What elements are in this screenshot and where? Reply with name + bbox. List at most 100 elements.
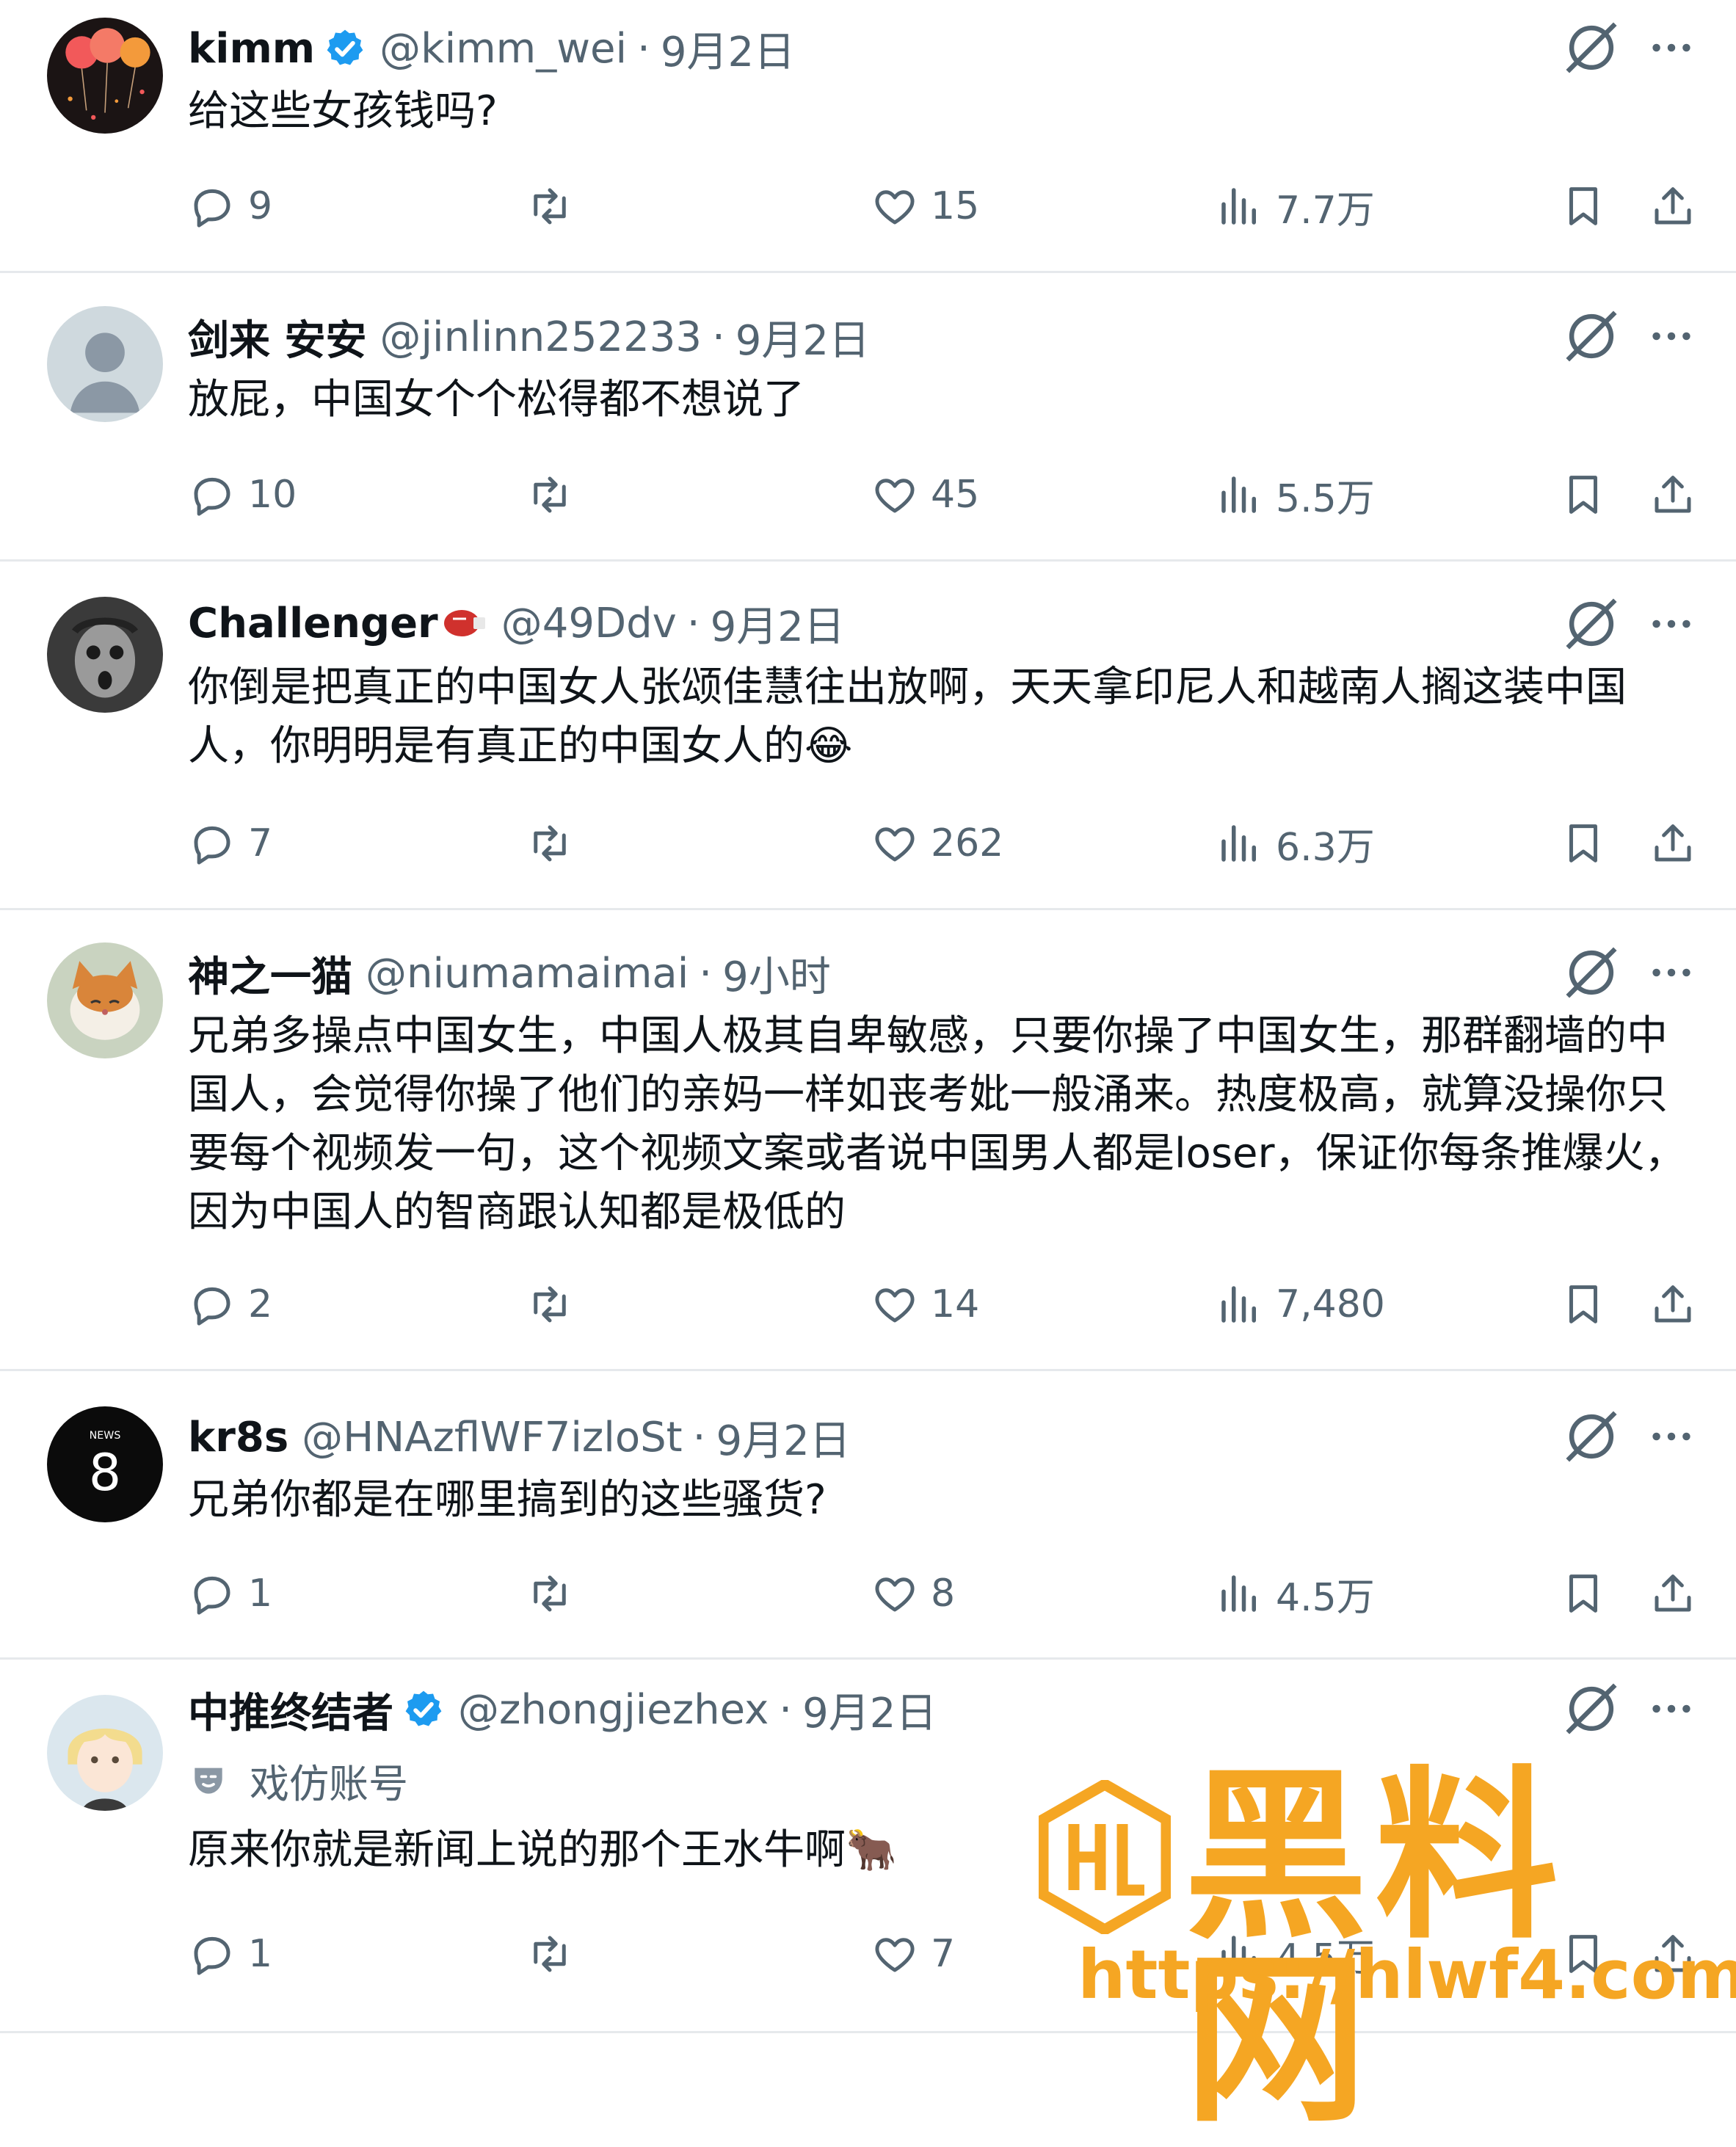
views-button[interactable]: 6.3万 <box>1216 810 1375 876</box>
avatar[interactable]: NEWS 8 <box>47 1406 163 1522</box>
like-button[interactable]: 262 <box>871 810 1003 876</box>
avatar-balloons-image <box>47 18 163 134</box>
display-name[interactable]: 神之一猫 <box>188 944 352 1003</box>
retweet-button[interactable] <box>526 462 586 528</box>
timestamp[interactable]: 9小时 <box>722 944 831 1003</box>
reply-count: 1 <box>248 1572 273 1616</box>
views-button[interactable]: 4.5万 <box>1216 1561 1375 1627</box>
display-name[interactable]: 剑来 安安 <box>188 308 367 367</box>
bookmark-button[interactable] <box>1559 1271 1608 1337</box>
display-name[interactable]: kimm <box>188 25 315 73</box>
more-icon[interactable] <box>1646 16 1697 79</box>
reply-count: 2 <box>248 1282 273 1326</box>
avatar[interactable] <box>47 597 163 713</box>
timestamp[interactable]: 9月2日 <box>716 1408 850 1467</box>
more-icon[interactable] <box>1646 1405 1697 1468</box>
user-handle[interactable]: @kimm_wei <box>379 25 627 73</box>
user-handle[interactable]: @49Ddv <box>501 600 677 647</box>
user-handle[interactable]: @zhongjiezhex <box>458 1686 769 1734</box>
grok-icon[interactable] <box>1560 1405 1623 1468</box>
views-button[interactable]: 5.5万 <box>1216 462 1375 528</box>
tweet[interactable]: 神之一猫 @niumamaimai · 9小时 兄弟多操点中国女生，中国人极其自… <box>0 910 1736 1371</box>
tweet-text: 放屁，中国女个个松得都不想说了 <box>188 371 1692 429</box>
share-icon <box>1655 476 1691 513</box>
more-icon[interactable] <box>1646 1677 1697 1740</box>
action-bar: 10 45 5.5万 <box>188 462 1736 528</box>
grok-icon[interactable] <box>1560 592 1623 655</box>
retweet-icon <box>534 1286 566 1323</box>
timestamp[interactable]: 9月2日 <box>711 594 845 653</box>
like-count: 8 <box>931 1572 956 1616</box>
user-handle[interactable]: @niumamaimai <box>366 950 689 998</box>
timestamp[interactable]: 9月2日 <box>802 1680 937 1740</box>
views-icon <box>1221 825 1256 862</box>
like-count: 14 <box>931 1282 980 1326</box>
views-icon <box>1221 188 1256 225</box>
grok-icon[interactable] <box>1560 16 1623 79</box>
avatar[interactable] <box>47 942 163 1058</box>
grok-icon[interactable] <box>1560 305 1623 368</box>
reply-button[interactable]: 7 <box>188 810 272 876</box>
tweet-text-content: 你倒是把真正的中国女人张颂佳慧往出放啊，天天拿印尼人和越南人搁这装中国人，你明明… <box>188 664 1627 770</box>
views-button[interactable]: 7,480 <box>1216 1271 1385 1337</box>
user-handle[interactable]: @jinlinn252233 <box>380 313 702 361</box>
retweet-button[interactable] <box>526 1561 586 1627</box>
share-button[interactable] <box>1649 1561 1697 1627</box>
separator-dot: · <box>686 599 700 647</box>
avatar[interactable] <box>47 1695 163 1811</box>
reply-icon <box>194 477 230 516</box>
like-button[interactable]: 45 <box>871 462 979 528</box>
reply-button[interactable]: 10 <box>188 462 297 528</box>
reply-button[interactable]: 9 <box>188 173 272 239</box>
bookmark-button[interactable] <box>1559 462 1608 528</box>
like-icon <box>875 827 915 862</box>
views-button[interactable]: 7.7万 <box>1216 173 1375 239</box>
bookmark-button[interactable] <box>1559 173 1608 239</box>
share-button[interactable] <box>1649 1271 1697 1337</box>
like-button[interactable]: 15 <box>871 173 979 239</box>
like-button[interactable]: 8 <box>871 1561 955 1627</box>
reply-button[interactable]: 1 <box>188 1561 272 1627</box>
retweet-button[interactable] <box>526 1271 586 1337</box>
avatar[interactable] <box>47 18 163 134</box>
more-icon[interactable] <box>1646 592 1697 655</box>
user-handle[interactable]: @HNAzflWF7izloSt <box>302 1414 682 1461</box>
tweet[interactable]: Challenger @49Ddv · 9月2日 你倒是把真正的中国女人张颂佳慧… <box>0 562 1736 910</box>
more-icon[interactable] <box>1646 305 1697 368</box>
display-name[interactable]: kr8s <box>188 1414 288 1461</box>
retweet-icon <box>534 476 566 513</box>
views-count: 4.5万 <box>1276 1575 1375 1620</box>
share-button[interactable] <box>1649 173 1697 239</box>
share-button[interactable] <box>1649 462 1697 528</box>
tweet[interactable]: NEWS 8 kr8s @HNAzflWF7izloSt · 9月2日 兄弟你都… <box>0 1371 1736 1660</box>
avatar[interactable] <box>47 306 163 422</box>
timestamp[interactable]: 9月2日 <box>661 19 795 79</box>
views-count: 5.5万 <box>1276 476 1375 521</box>
like-icon <box>875 190 915 225</box>
bookmark-button[interactable] <box>1559 1561 1608 1627</box>
grok-icon[interactable] <box>1560 941 1623 1004</box>
boxing-glove-icon <box>443 610 485 636</box>
tweet-text-content: 兄弟你都是在哪里搞到的这些骚货? <box>188 1476 827 1524</box>
share-button[interactable] <box>1649 810 1697 876</box>
avatar-face-image <box>47 597 163 713</box>
like-button[interactable]: 14 <box>871 1271 979 1337</box>
retweet-button[interactable] <box>526 173 586 239</box>
reply-button[interactable]: 1 <box>188 1921 272 1987</box>
tweet[interactable]: 剑来 安安 @jinlinn252233 · 9月2日 放屁，中国女个个松得都不… <box>0 273 1736 562</box>
action-bar: 9 15 7.7万 <box>188 173 1736 239</box>
reply-button[interactable]: 2 <box>188 1271 272 1337</box>
retweet-button[interactable] <box>526 1921 586 1987</box>
retweet-icon <box>534 188 566 225</box>
grok-icon[interactable] <box>1560 1677 1623 1740</box>
timestamp[interactable]: 9月2日 <box>736 308 870 367</box>
reply-icon <box>194 1576 230 1615</box>
bookmark-button[interactable] <box>1559 810 1608 876</box>
display-name[interactable]: Challenger <box>188 600 438 647</box>
tweet[interactable]: kimm @kimm_wei · 9月2日 给这些女孩钱吗? 9 15 7.7万 <box>0 0 1736 273</box>
retweet-button[interactable] <box>526 810 586 876</box>
more-icon[interactable] <box>1646 941 1697 1004</box>
display-name[interactable]: 中推终结者 <box>188 1680 393 1740</box>
like-button[interactable]: 7 <box>871 1921 955 1987</box>
reply-icon <box>194 826 230 865</box>
